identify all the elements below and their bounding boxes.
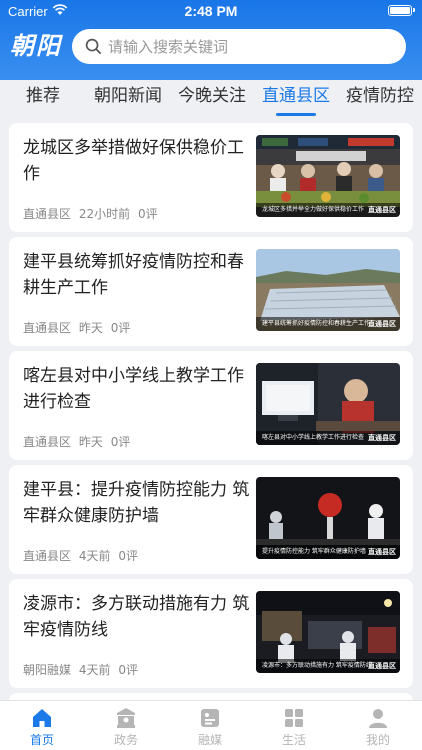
news-meta: 直通县区 22小时前 0评 (23, 205, 158, 222)
user-icon (369, 709, 387, 728)
grid-icon (285, 709, 303, 727)
news-card[interactable]: 建平县统筹抓好疫情防控和春耕生产工作 直通县区 昨天 0评 建平县统筹抓好疫情防… (9, 237, 413, 346)
tab-tonight-focus[interactable]: 今晚关注 (178, 80, 246, 116)
app-header: Carrier 2:48 PM 朝阳 (0, 0, 422, 80)
search-input[interactable] (108, 29, 388, 64)
news-source: 直通县区 (23, 549, 72, 563)
news-time: 4天前 (78, 549, 111, 563)
news-meta: 直通县区 4天前 0评 (23, 547, 138, 564)
tabbar-label: 政务 (113, 733, 138, 747)
news-comments: 0评 (118, 663, 138, 677)
status-bar: Carrier 2:48 PM (0, 0, 422, 22)
news-time: 昨天 (78, 435, 103, 449)
news-title[interactable]: 建平县统筹抓好疫情防控和春耕生产工作 (23, 249, 251, 301)
tabbar-mine[interactable]: 我的 (336, 705, 420, 749)
tabbar-home[interactable]: 首页 (0, 705, 84, 749)
thumbnail-tag: 直通县区 (368, 206, 396, 214)
clock: 2:48 PM (184, 3, 238, 19)
tabbar-label: 我的 (365, 733, 390, 747)
search-bar[interactable] (72, 29, 406, 64)
thumbnail-tag: 直通县区 (368, 320, 396, 328)
news-time: 昨天 (78, 321, 103, 335)
home-icon (33, 709, 51, 727)
news-thumbnail[interactable]: 龙城区多措并举全力做好保供稳价工作 直通县区 (256, 135, 400, 217)
tabbar-media[interactable]: 融媒 (168, 705, 252, 749)
news-source: 朝阳融媒 (23, 663, 72, 677)
thumbnail-tag: 直通县区 (368, 662, 396, 670)
news-comments: 0评 (110, 321, 131, 335)
tabbar-label: 生活 (281, 733, 306, 747)
media-icon (201, 709, 219, 727)
tab-recommend[interactable]: 推荐 (26, 80, 60, 116)
news-card[interactable]: 凌源市：多方联动措施有力 筑牢疫情防线 朝阳融媒 4天前 0评 凌源市：多方联动… (9, 579, 413, 688)
tabbar-government[interactable]: 政务 (84, 705, 168, 749)
news-thumbnail[interactable]: 凌源市：多方联动措施有力 筑牢疫情防线 直通县区 (256, 591, 400, 673)
tab-county-direct[interactable]: 直通县区 (262, 80, 330, 116)
news-time: 22小时前 (78, 207, 131, 221)
news-title[interactable]: 龙城区多举措做好保供稳价工作 (23, 135, 251, 187)
thumbnail-tag: 直通县区 (368, 434, 396, 442)
news-source: 直通县区 (23, 435, 72, 449)
news-title[interactable]: 凌源市：多方联动措施有力 筑牢疫情防线 (23, 591, 251, 643)
news-thumbnail[interactable]: 提升疫情防控能力 筑牢群众健康防护墙 直通县区 (256, 477, 400, 559)
news-time: 4天前 (78, 663, 111, 677)
search-icon (85, 38, 101, 54)
news-thumbnail[interactable]: 喀左县对中小学线上教学工作进行检查 直通县区 (256, 363, 400, 445)
news-card[interactable]: 建平县：提升疫情防控能力 筑牢群众健康防护墙 直通县区 4天前 0评 提升疫情防… (9, 465, 413, 574)
tabbar-life[interactable]: 生活 (252, 705, 336, 749)
battery-icon (388, 5, 415, 16)
bottom-tab-bar: 首页 政务 融媒 生活 我的 (0, 700, 422, 750)
news-source: 直通县区 (23, 321, 72, 335)
news-meta: 直通县区 昨天 0评 (23, 433, 130, 450)
category-tabs: 推荐 朝阳新闻 今晚关注 直通县区 疫情防控 (0, 80, 422, 116)
news-meta: 朝阳融媒 4天前 0评 (23, 661, 138, 678)
thumbnail-tag: 直通县区 (368, 548, 396, 556)
tab-chaoyang-news[interactable]: 朝阳新闻 (94, 80, 162, 116)
government-icon (117, 708, 135, 728)
news-comments: 0评 (110, 435, 131, 449)
news-title[interactable]: 喀左县对中小学线上教学工作进行检查 (23, 363, 251, 415)
tabbar-label: 融媒 (197, 733, 222, 747)
active-tab-indicator (276, 113, 316, 116)
news-source: 直通县区 (23, 207, 72, 221)
news-meta: 直通县区 昨天 0评 (23, 319, 130, 336)
news-thumbnail[interactable]: 建平县统筹抓好疫情防控和春耕生产工作 直通县区 (256, 249, 400, 331)
tabbar-label: 首页 (29, 733, 54, 747)
app-logo[interactable]: 朝阳 (10, 28, 62, 64)
tab-epidemic-control[interactable]: 疫情防控 (346, 80, 414, 116)
news-title[interactable]: 建平县：提升疫情防控能力 筑牢群众健康防护墙 (23, 477, 251, 529)
news-card[interactable]: 龙城区多举措做好保供稳价工作 直通县区 22小时前 0评 龙城区多措并举全力做好… (9, 123, 413, 232)
news-card[interactable]: 喀左县对中小学线上教学工作进行检查 直通县区 昨天 0评 喀左县对中小学线上教学… (9, 351, 413, 460)
news-comments: 0评 (118, 549, 138, 563)
news-comments: 0评 (137, 207, 158, 221)
